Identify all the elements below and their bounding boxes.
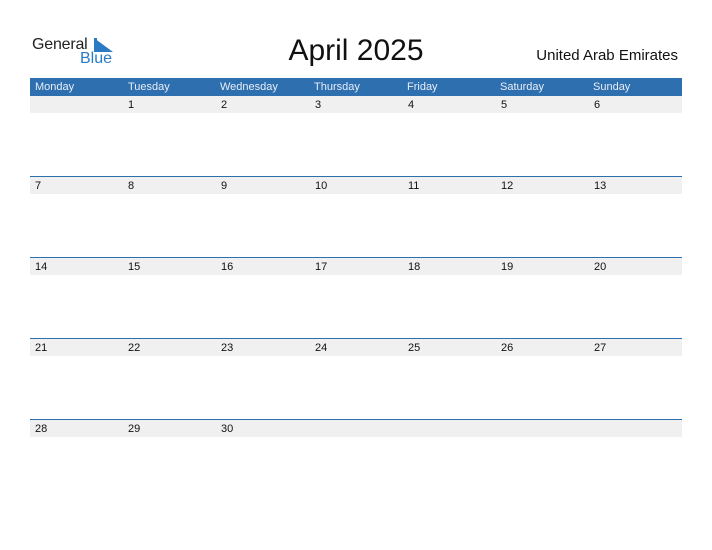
weekday-tuesday: Tuesday	[128, 81, 170, 93]
day-cell: 9	[221, 180, 228, 192]
weekday-sunday: Sunday	[593, 81, 631, 93]
day-cell: 24	[315, 342, 328, 354]
day-cell: 19	[501, 261, 514, 273]
day-cell: 8	[128, 180, 135, 192]
week-row: 1 2 3 4 5 6	[30, 96, 682, 177]
day-cell: 17	[315, 261, 328, 273]
day-cell: 11	[408, 180, 420, 192]
week-row: 14 15 16 17 18 19 20	[30, 257, 682, 338]
day-cell: 14	[35, 261, 48, 273]
day-cell: 26	[501, 342, 514, 354]
day-cell: 22	[128, 342, 141, 354]
day-cell: 20	[594, 261, 607, 273]
day-cell: 10	[315, 180, 328, 192]
weekday-monday: Monday	[35, 81, 75, 93]
day-cell: 5	[501, 99, 508, 111]
day-cell: 21	[35, 342, 48, 354]
day-cell: 25	[408, 342, 421, 354]
day-cell: 12	[501, 180, 514, 192]
weekday-saturday: Saturday	[500, 81, 545, 93]
day-cell: 18	[408, 261, 421, 273]
weekday-friday: Friday	[407, 81, 438, 93]
day-cell: 6	[594, 99, 601, 111]
day-cell: 13	[594, 180, 607, 192]
day-cell: 16	[221, 261, 234, 273]
weekday-wednesday: Wednesday	[220, 81, 278, 93]
weekday-header: Monday Tuesday Wednesday Thursday Friday…	[30, 78, 682, 96]
day-cell: 29	[128, 423, 141, 435]
day-cell: 23	[221, 342, 234, 354]
day-cell: 15	[128, 261, 141, 273]
day-cell: 28	[35, 423, 48, 435]
weekday-thursday: Thursday	[314, 81, 360, 93]
week-row: 21 22 23 24 25 26 27	[30, 338, 682, 419]
week-row: 7 8 9 10 11 12 13	[30, 176, 682, 257]
country-label: United Arab Emirates	[536, 47, 678, 64]
day-cell: 2	[221, 99, 228, 111]
day-cell: 4	[408, 99, 415, 111]
day-cell: 3	[315, 99, 322, 111]
day-cell: 27	[594, 342, 607, 354]
day-cell: 30	[221, 423, 234, 435]
day-cell: 1	[128, 99, 135, 111]
day-cell: 7	[35, 180, 42, 192]
week-row: 28 29 30	[30, 419, 682, 500]
